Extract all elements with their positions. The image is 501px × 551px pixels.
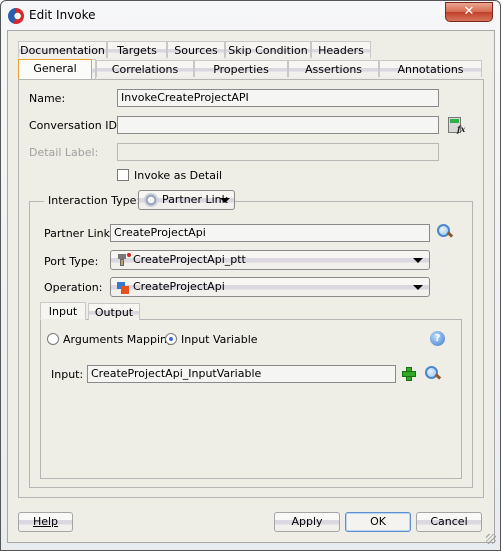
name-label-text: Name: [29,92,66,105]
partner-link-gear-icon [144,193,158,207]
chevron-down-icon [413,285,423,290]
arguments-mapping-label: Arguments Mapping [63,333,175,346]
tab-label: Correlations [111,63,179,76]
tab-annotations[interactable]: Annotations [379,60,482,77]
operation-dropdown[interactable]: CreateProjectApi [110,277,430,297]
ok-button[interactable]: OK [345,512,411,532]
tab-skip-condition[interactable]: Skip Condition [225,41,311,58]
operation-value: CreateProjectApi [133,280,225,293]
port-type-label: Port Type: [44,255,99,268]
detail-label-label: Detail Label: [29,146,99,159]
apply-button[interactable]: Apply [274,512,340,532]
tab-label: Headers [318,44,364,57]
tab-label: Documentation [20,44,105,57]
resize-grip-icon[interactable] [486,534,496,544]
window-title: Edit Invoke [29,8,96,22]
add-variable-plus-icon[interactable] [402,367,416,381]
ok-button-label: OK [370,515,386,528]
interaction-type-dropdown[interactable]: Partner Link [138,190,235,210]
close-button[interactable]: ✕ [445,2,493,22]
detail-label-field [117,143,439,161]
browse-partner-link-search-icon[interactable] [437,224,451,238]
input-variable-radio[interactable] [165,333,177,345]
tab-general-active[interactable]: General [18,59,92,79]
browse-variable-search-icon[interactable] [425,366,439,380]
interaction-type-value: Partner Link [162,193,228,206]
help-button-label: Help [32,515,59,528]
input-label: Input: [51,368,84,381]
conversation-id-label: Conversation ID: [29,119,121,132]
tab-label: Skip Condition [228,44,308,57]
tab-label: Properties [213,63,269,76]
invoke-as-detail-label: Invoke as Detail [134,169,223,182]
tab-targets[interactable]: Targets [107,41,167,58]
tab-headers[interactable]: Headers [311,41,371,58]
close-icon: ✕ [463,4,475,19]
cancel-button-label: Cancel [430,515,468,528]
port-type-dropdown[interactable]: CreateProjectApi_ptt [110,250,430,270]
chevron-down-icon [220,198,230,203]
tab-label: Annotations [397,63,464,76]
interaction-type-header: Interaction Type: [44,192,145,210]
tab-sources[interactable]: Sources [167,41,225,58]
tab-assertions[interactable]: Assertions [288,60,379,77]
tab-input[interactable]: Input [40,302,86,320]
tab-label: Sources [174,44,218,57]
apply-button-label: Apply [291,515,323,528]
partner-link-label: Partner Link: [44,227,114,240]
group-line-gap [239,200,245,201]
conversation-id-field[interactable] [117,116,439,134]
partner-link-field: CreateProjectApi [110,224,430,242]
tab-label: Targets [117,44,157,57]
tab-output[interactable]: Output [88,303,140,320]
arguments-mapping-radio[interactable] [47,333,59,345]
operation-label: Operation: [44,281,103,294]
title-bar: Edit Invoke ✕ [0,0,501,30]
input-variable-field: CreateProjectApi_InputVariable [87,365,396,383]
port-type-error-dot-icon [127,253,131,257]
tab-label: Assertions [304,63,363,76]
help-icon[interactable]: ? [430,331,445,346]
cancel-button[interactable]: Cancel [416,512,482,532]
operation-icon [117,282,129,294]
tab-properties[interactable]: Properties [194,60,288,77]
interaction-type-label: Interaction Type: [48,194,141,207]
app-icon [8,8,24,24]
name-field[interactable]: InvokeCreateProjectAPI [117,89,439,107]
tab-label: General [33,62,77,75]
name-label: Name: [29,92,65,105]
help-button[interactable]: Help [18,512,73,532]
expression-builder-icon[interactable] [448,117,465,134]
input-variable-label: Input Variable [181,333,258,346]
tab-label: Output [94,306,134,319]
tab-documentation[interactable]: Documentation [18,41,107,58]
chevron-down-icon [413,258,423,263]
port-type-value: CreateProjectApi_ptt [133,253,246,266]
invoke-as-detail-checkbox[interactable] [117,169,129,181]
tab-label: Input [48,305,78,318]
tab-correlations[interactable]: Correlations [96,60,194,77]
